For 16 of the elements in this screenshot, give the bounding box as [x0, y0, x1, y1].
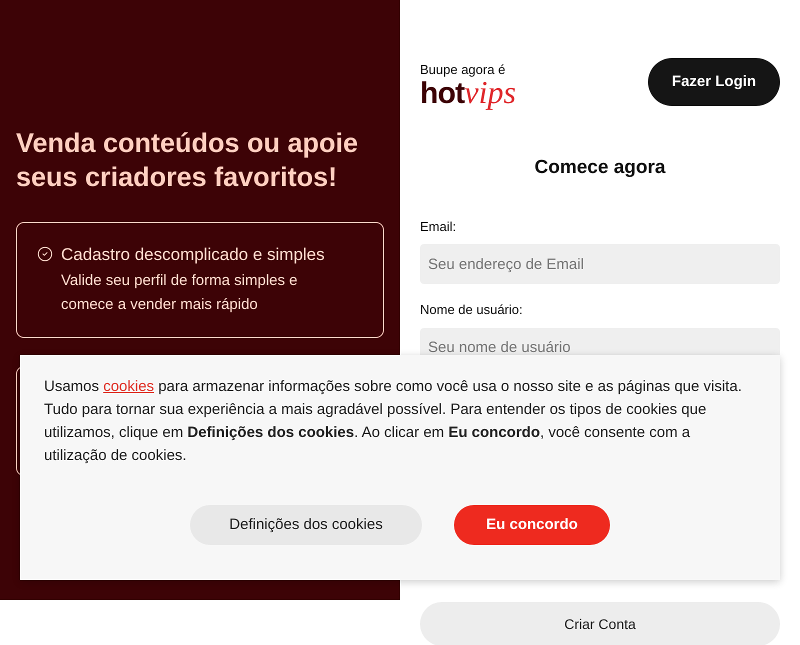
field-label: Nome de usuário:	[420, 301, 524, 319]
accept-button[interactable]: Eu concordo	[454, 505, 610, 545]
login-button[interactable]: Fazer Login	[648, 58, 780, 106]
hero-title: Venda conteúdos ou apoie seus criadores favoritos!	[16, 127, 360, 194]
field-label: Email:	[420, 218, 458, 236]
form-title: Comece agora	[534, 156, 666, 180]
settings-button[interactable]: Definições dos cookies	[190, 505, 422, 545]
feature-title: Cadastro descomplicado e simples	[61, 244, 326, 266]
input-field[interactable]: Seu endereço de Email	[420, 244, 780, 284]
cookie-notice: Usamos cookies para armazenar informações sobre como você usa o nosso site e as páginas que visita. Tudo para tornar sua experiência a mais agradável possível. Para entender os tipos de cookies que utilizamos, clique em Definições dos cookies. Ao clicar em Eu concordo, você consente com a utilização de cookies.	[44, 377, 743, 466]
cookies-link[interactable]: cookies	[103, 378, 154, 395]
tagline: Buupe agora é	[420, 62, 506, 78]
logo: hotvips	[420, 76, 516, 110]
create-account-button[interactable]: Criar Conta	[420, 602, 780, 645]
check-icon	[37, 246, 53, 262]
feature-description: Valide seu perfil de forma simples e comece a vender mais rápido	[61, 271, 298, 315]
